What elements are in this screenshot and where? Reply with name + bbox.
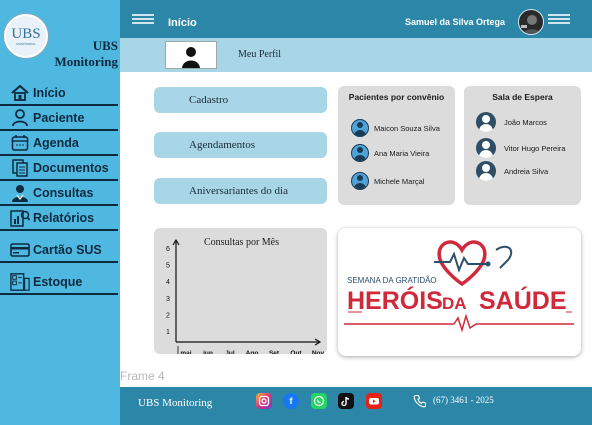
y-tick-label: 1 [166, 329, 170, 336]
doctor-icon [10, 184, 30, 202]
x-tick-label: jun [202, 350, 213, 354]
brand-line-2: Monitoring [54, 54, 118, 69]
x-tick-label: Nov [312, 350, 325, 354]
footer: UBS Monitoring f (67) 3461 - 2025 [120, 387, 592, 425]
y-tick-label: 3 [166, 296, 170, 303]
x-tick-label: Ago [246, 350, 259, 354]
patient-name: Ana Maria Vieira [374, 148, 430, 158]
banner-subtitle: SEMANA DA GRATIDÃO [347, 276, 437, 285]
whatsapp-icon[interactable] [311, 393, 327, 409]
avatar[interactable] [518, 9, 544, 35]
sidebar-item-consultas[interactable]: Consultas [0, 182, 118, 206]
sidebar-item-label: Relatórios [33, 211, 95, 225]
sidebar-item-inicio[interactable]: Início [0, 82, 118, 106]
list-item[interactable]: Maicon Souza Silva [351, 119, 440, 137]
footer-brand: UBS Monitoring [138, 397, 213, 409]
list-item[interactable]: João Marcos [476, 112, 547, 132]
facebook-icon[interactable]: f [283, 393, 299, 409]
banner-title-part1: HERÓIS [347, 285, 443, 315]
list-item[interactable]: Ana Maria Vieira [351, 144, 429, 162]
y-tick-label: 2 [166, 312, 170, 319]
stock-icon [10, 273, 30, 291]
sidebar-item-label: Estoque [33, 275, 83, 289]
sidebar-item-label: Paciente [33, 111, 85, 125]
user-icon [476, 161, 496, 181]
patient-icon [351, 119, 369, 137]
waiting-name: João Marcos [504, 117, 547, 127]
sidebar-item-paciente[interactable]: Paciente [0, 107, 118, 131]
cadastro-button[interactable]: Cadastro [154, 87, 327, 113]
patient-icon [351, 172, 369, 190]
sidebar-item-label: Agenda [33, 136, 79, 150]
footer-phone: (67) 3461 - 2025 [433, 395, 494, 405]
phone-icon [413, 394, 427, 408]
youtube-icon[interactable] [366, 393, 382, 409]
aniversariantes-button[interactable]: Aniversariantes do dia [154, 178, 327, 204]
calendar-icon [10, 134, 30, 152]
banner-art: SEMANA DA GRATIDÃO HERÓIS DA SAÚDE [344, 240, 574, 333]
waiting-room-title: Sala de Espera [492, 92, 553, 102]
sidebar: UBS MONITORING UBS Monitoring Início Pac… [0, 0, 120, 425]
frame-label: Frame 4 [120, 369, 165, 383]
user-icon [476, 112, 496, 132]
tiktok-icon[interactable] [338, 393, 354, 409]
profile-link[interactable]: Meu Perfil [238, 49, 281, 60]
profile-bar: Meu Perfil [120, 38, 592, 72]
user-name: Samuel da Silva Ortega [404, 17, 505, 27]
campaign-banner[interactable]: SEMANA DA GRATIDÃO HERÓIS DA SAÚDE [338, 228, 581, 356]
menu-icon[interactable] [132, 14, 154, 24]
reports-icon [10, 209, 30, 227]
brand-line-1: UBS [92, 38, 118, 53]
instagram-icon[interactable] [256, 393, 272, 409]
person-icon [10, 109, 30, 127]
logo-subtext: MONITORING [16, 41, 36, 46]
menu-icon[interactable] [548, 14, 570, 24]
profile-picture[interactable] [165, 41, 217, 69]
waiting-name: Vitor Hugo Pereira [504, 143, 566, 153]
banner-title-part2: DA [442, 294, 467, 313]
x-tick-label: mai [180, 350, 191, 354]
banner-title-part3: SAÚDE [479, 285, 567, 315]
sidebar-item-estoque[interactable]: Estoque [0, 271, 118, 295]
user-icon [476, 138, 496, 158]
sidebar-item-agenda[interactable]: Agenda [0, 132, 118, 156]
sidebar-item-documentos[interactable]: Documentos [0, 157, 118, 181]
waiting-room-card: Sala de Espera João Marcos Vitor Hugo Pe… [464, 86, 581, 205]
x-tick-label: Jul [225, 350, 235, 354]
sidebar-item-relatorios[interactable]: Relatórios [0, 207, 118, 231]
page-title: Início [168, 17, 197, 29]
list-item[interactable]: Michele Marçal [351, 172, 424, 190]
list-item[interactable]: Vitor Hugo Pereira [476, 138, 566, 158]
sidebar-item-label: Cartão SUS [33, 243, 102, 257]
sidebar-nav: Início Paciente Agenda Documentos Consul… [0, 82, 118, 296]
y-tick-label: 4 [166, 279, 170, 286]
sidebar-item-cartao-sus[interactable]: Cartão SUS [0, 239, 118, 263]
top-bar: Início Samuel da Silva Ortega [120, 0, 592, 38]
patients-card: Pacientes por convênio Maicon Souza Silv… [338, 86, 455, 205]
y-tick-label: 5 [166, 263, 170, 270]
x-tick-label: Set [269, 350, 280, 354]
x-tick-label: Out [290, 350, 302, 354]
sidebar-item-label: Documentos [33, 161, 109, 175]
logo-text: UBS [11, 25, 41, 42]
documents-icon [10, 159, 30, 177]
sidebar-item-label: Consultas [33, 186, 94, 200]
brand-title: UBS Monitoring [44, 38, 118, 70]
logo: UBS MONITORING [4, 14, 48, 58]
patient-name: Maicon Souza Silva [374, 123, 440, 133]
card-icon [10, 241, 30, 259]
list-item[interactable]: Andreia Silva [476, 161, 548, 181]
home-icon [10, 84, 30, 102]
patients-card-title: Pacientes por convênio [348, 92, 445, 102]
patient-icon [351, 144, 369, 162]
patient-name: Michele Marçal [374, 176, 425, 186]
chart: 1 2 3 4 5 6 mai jun Jul Ago Set Out Nov [166, 238, 325, 354]
agendamentos-button[interactable]: Agendamentos [154, 132, 327, 158]
sidebar-item-label: Início [33, 86, 66, 100]
y-tick-label: 6 [166, 246, 170, 253]
chart-card: Consultas por Mês 1 2 3 4 5 6 mai jun Jul Ago Set O… [154, 228, 327, 354]
waiting-name: Andreia Silva [504, 166, 549, 176]
